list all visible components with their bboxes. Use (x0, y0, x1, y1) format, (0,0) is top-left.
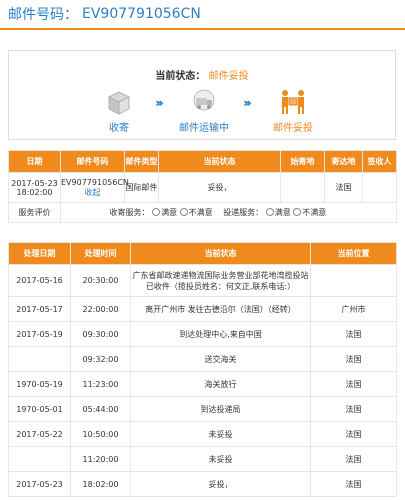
cell-time: 11:23:00 (70, 371, 131, 397)
double-chevron-right-icon: ››› (155, 96, 164, 110)
cell-time: 09:32:00 (70, 346, 131, 372)
delivery-satisfied-radio[interactable] (265, 208, 274, 216)
col-state: 当前状态 (158, 150, 281, 173)
col-date: 日期 (8, 150, 61, 173)
summary-number: EV907791056CN (61, 177, 129, 187)
cell-loc: 法国 (310, 421, 397, 447)
delivery-service-group: 投递服务： 满意 不满意 (223, 208, 327, 217)
cell-date: 2017-05-17 (8, 296, 71, 322)
cell-loc: 法国 (310, 321, 397, 347)
cell-date: 1970-05-01 (8, 396, 71, 422)
step-delivered: 邮件妥投 (253, 87, 333, 134)
cell-loc: 广州市 (310, 296, 397, 322)
cell-loc: 法国 (310, 396, 397, 422)
cell-state: 到达处理中心,来自中国 (130, 321, 311, 347)
cell-date: 1970-05-19 (8, 371, 71, 397)
cell-state: 妥投， (130, 471, 311, 497)
summary-type: 国际邮件 (124, 172, 159, 203)
cell-time: 11:20:00 (70, 446, 131, 472)
step-in-transit-label: 邮件运输中 (179, 123, 229, 134)
step-in-transit: 邮件运输中 (164, 87, 244, 134)
summary-signer (362, 172, 397, 203)
step-delivered-label: 邮件妥投 (273, 123, 313, 134)
status-panel: 当前状态： 邮件妥投 收寄 ››› 邮件运输中 ››› 邮件妥投 (8, 50, 396, 140)
page-header: 邮件号码： EV907791056CN (0, 0, 405, 30)
table-row: 1970-05-01 05:44:00 到达投递局 法国 (8, 396, 397, 422)
tracking-header-row: 处理日期 处理时间 当前状态 当前位置 (8, 242, 397, 265)
service-eval-options: 收寄服务： 满意 不满意 投递服务： 满意 不满意 (60, 202, 397, 223)
cell-date: 2017-05-23 (8, 471, 71, 497)
tracking-table: 处理日期 处理时间 当前状态 当前位置 2017-05-16 20:30:00 广东… (8, 242, 397, 497)
cell-state: 离开广州市 发往古德沿尔（法国）（经转） (130, 296, 311, 322)
service-eval-label: 服务评价 (8, 202, 61, 223)
delivery-unsatisfied-radio[interactable] (293, 208, 302, 216)
cell-date: 2017-05-16 (8, 264, 71, 297)
cell-time: 10:50:00 (70, 421, 131, 447)
cell-time: 09:30:00 (70, 321, 131, 347)
table-row: 2017-05-23 18:02:00 妥投， 法国 (8, 471, 397, 497)
col-origin: 始寄地 (280, 150, 325, 173)
table-row: 2017-05-17 22:00:00 离开广州市 发往古德沿尔（法国）（经转） 广州… (8, 296, 397, 322)
table-row: 1970-05-19 11:23:00 海关放行 法国 (8, 371, 397, 397)
cell-state: 广东省邮政速递物流国际业务营业部花地湾揽投站已收件（揽投员姓名：何文正,联系电话… (130, 264, 311, 297)
summary-table: 日期 邮件号码 邮件类型 当前状态 始寄地 寄达地 签收人 2017-05-23… (8, 150, 397, 223)
double-chevron-right-icon: ››› (243, 96, 252, 110)
cell-time: 20:30:00 (70, 264, 131, 297)
summary-origin (280, 172, 325, 203)
summary-header-row: 日期 邮件号码 邮件类型 当前状态 始寄地 寄达地 签收人 (8, 150, 397, 173)
cell-time: 05:44:00 (70, 396, 131, 422)
pickup-satisfied-radio[interactable] (152, 208, 161, 216)
col-process-location: 当前位置 (310, 242, 397, 265)
cell-loc: 法国 (310, 371, 397, 397)
delivered-icon (282, 90, 304, 114)
table-row: 2017-05-22 10:50:00 未妥投 法国 (8, 421, 397, 447)
cell-state: 未妥投 (130, 421, 311, 447)
col-process-time: 处理时间 (70, 242, 131, 265)
package-icon (107, 91, 131, 115)
col-dest: 寄达地 (324, 150, 363, 173)
cell-date (8, 346, 71, 372)
cell-date (8, 446, 71, 472)
pickup-service-group: 收寄服务： 满意 不满意 (109, 208, 213, 217)
step-accepted-label: 收寄 (109, 123, 129, 134)
cell-time: 22:00:00 (70, 296, 131, 322)
col-number: 邮件号码 (60, 150, 125, 173)
summary-dest: 法国 (324, 172, 363, 203)
mail-number-label: 邮件号码： (8, 7, 78, 23)
service-eval-row: 服务评价 收寄服务： 满意 不满意 投递服务： 满意 不满意 (8, 202, 397, 223)
cell-loc: 法国 (310, 346, 397, 372)
summary-row: 2017-05-23 18:02:00 EV907791056CN 收起 国际邮… (8, 172, 397, 203)
transport-icon (193, 89, 215, 111)
cell-date: 2017-05-19 (8, 321, 71, 347)
table-row: 2017-05-19 09:30:00 到达处理中心,来自中国 法国 (8, 321, 397, 347)
summary-number-cell: EV907791056CN 收起 (60, 172, 129, 203)
col-type: 邮件类型 (124, 150, 159, 173)
current-status-label: 当前状态： (155, 71, 206, 82)
cell-loc (310, 264, 397, 297)
table-row: 09:32:00 送交海关 法国 (8, 346, 397, 372)
col-process-date: 处理日期 (8, 242, 71, 265)
mail-number-value: EV907791056CN (82, 6, 201, 22)
tracking-rows: 2017-05-16 20:30:00 广东省邮政速递物流国际业务营业部花地湾揽投站… (8, 264, 397, 497)
current-status-value: 邮件妥投 (208, 71, 249, 82)
collapse-link[interactable]: 收起 (61, 187, 124, 198)
summary-state: 妥投， (158, 172, 281, 203)
cell-state: 未妥投 (130, 446, 311, 472)
cell-state: 到达投递局 (130, 396, 311, 422)
current-status: 当前状态： 邮件妥投 (9, 67, 395, 82)
table-row: 11:20:00 未妥投 法国 (8, 446, 397, 472)
col-signer: 签收人 (362, 150, 397, 173)
col-process-state: 当前状态 (130, 242, 311, 265)
summary-date: 2017-05-23 18:02:00 (8, 172, 61, 203)
step-accepted: 收寄 (79, 87, 159, 134)
cell-date: 2017-05-22 (8, 421, 71, 447)
cell-time: 18:02:00 (70, 471, 131, 497)
pickup-unsatisfied-radio[interactable] (179, 208, 188, 216)
cell-loc: 法国 (310, 446, 397, 472)
cell-state: 送交海关 (130, 346, 311, 372)
cell-state: 海关放行 (130, 371, 311, 397)
cell-loc: 法国 (310, 471, 397, 497)
table-row: 2017-05-16 20:30:00 广东省邮政速递物流国际业务营业部花地湾揽投站… (8, 264, 397, 297)
